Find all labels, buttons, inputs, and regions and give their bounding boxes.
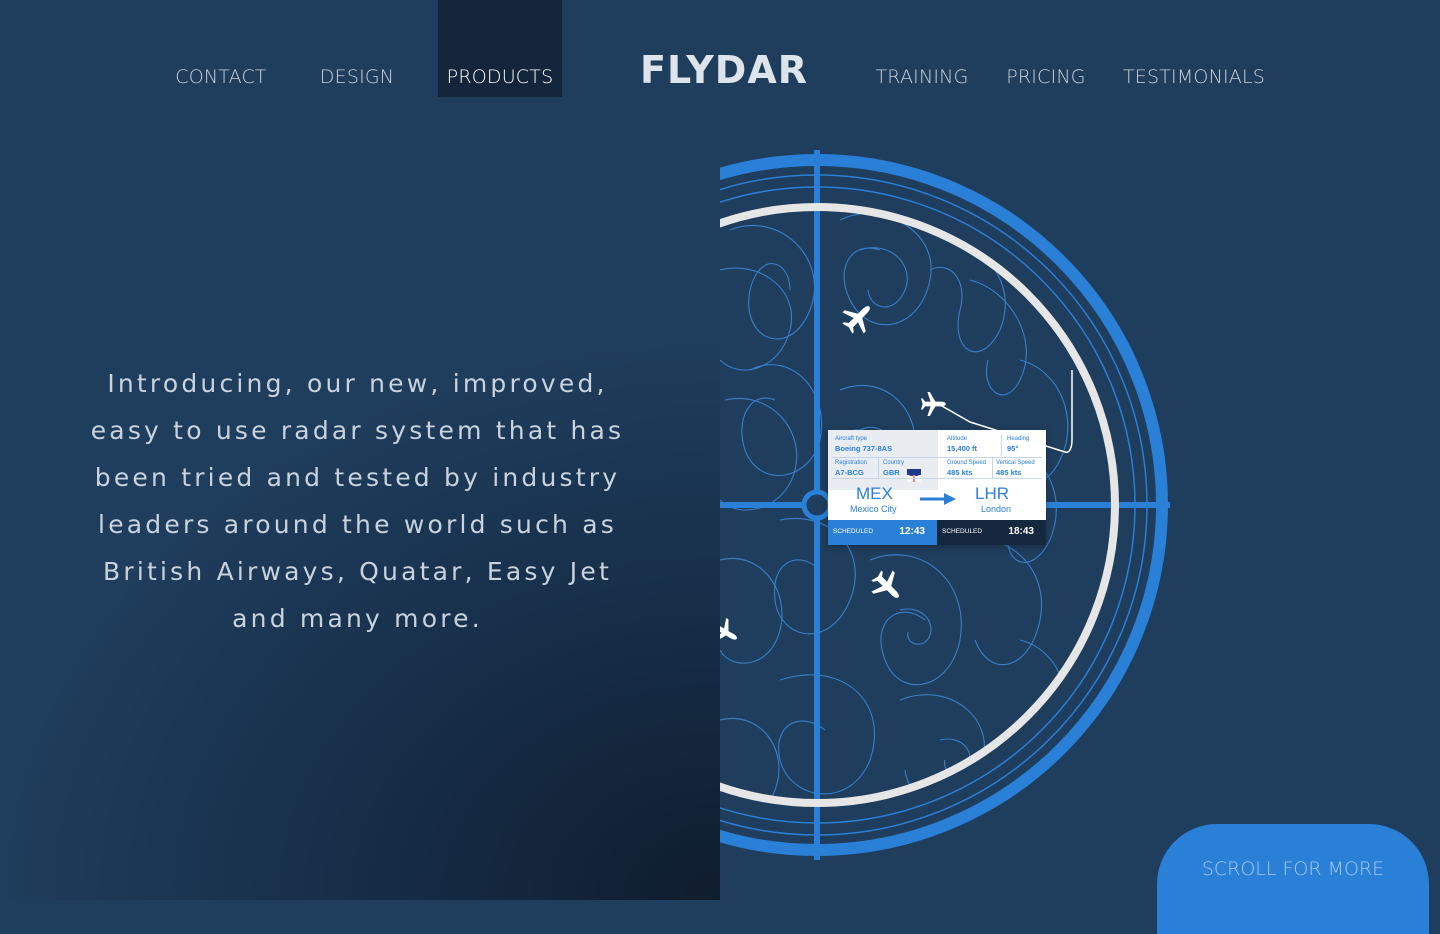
radar-center — [801, 489, 833, 521]
nav-design[interactable]: DESIGN — [297, 0, 417, 97]
altitude-value: 15,400 ft — [947, 444, 978, 453]
hero-text: Introducing, our new, improved, easy to … — [60, 360, 655, 642]
departure-status: SCHEDULED — [833, 528, 874, 535]
ground-speed-value: 485 kts — [947, 468, 973, 477]
vertical-speed-label: Vertical Speed — [996, 460, 1035, 466]
nav-contact[interactable]: CONTACT — [160, 0, 282, 97]
nav-pricing[interactable]: PRICING — [996, 0, 1096, 97]
flight-info-card[interactable]: Aircraft type Boeing 737-8AS Altitude 15… — [828, 430, 1046, 545]
logo[interactable]: FLYDAR — [640, 48, 808, 92]
arrow-right-icon — [920, 493, 956, 505]
origin-code: MEX — [856, 484, 893, 503]
arrival-status: SCHEDULED — [942, 528, 983, 535]
nav-training[interactable]: TRAINING — [862, 0, 982, 97]
destination-code: LHR — [975, 484, 1010, 503]
main-nav: CONTACT DESIGN PRODUCTS FLYDAR TRAINING … — [0, 0, 1440, 100]
nav-products[interactable]: PRODUCTS — [438, 0, 562, 97]
aircraft-type-value: Boeing 737-8AS — [835, 444, 893, 453]
arrival-time: 18:43 — [1008, 526, 1034, 537]
heading-value: 95° — [1007, 444, 1019, 453]
departure-time: 12:43 — [899, 526, 925, 537]
altitude-label: Altitude — [947, 436, 968, 442]
hero-line: and many more. — [232, 604, 483, 633]
hero-line: been tried and tested by industry — [94, 463, 621, 492]
registration-label: Registration — [835, 460, 868, 466]
departure-bar: SCHEDULED 12:43 — [828, 520, 937, 545]
hero-line: British Airways, Quatar, Easy Jet — [103, 557, 612, 586]
ground-speed-label: Ground Speed — [947, 460, 987, 466]
hero-line: easy to use radar system that has — [90, 416, 625, 445]
vertical-speed-value: 485 kts — [996, 468, 1022, 477]
destination-city: London — [981, 504, 1012, 514]
nav-testimonials[interactable]: TESTIMONIALS — [1118, 0, 1270, 97]
hero-line: Introducing, our new, improved, — [107, 369, 608, 398]
uk-flag-icon — [906, 469, 922, 483]
heading-label: Heading — [1007, 436, 1030, 442]
arrival-bar: SCHEDULED 18:43 — [937, 520, 1046, 545]
hero-line: leaders around the world such as — [98, 510, 617, 539]
registration-value: A7-BCG — [835, 468, 864, 477]
aircraft-type-label: Aircraft type — [835, 436, 868, 442]
origin-city: Mexico City — [850, 504, 897, 514]
scroll-for-more-button[interactable]: SCROLL FOR MORE — [1157, 824, 1429, 934]
country-value: GBR — [883, 468, 900, 477]
country-label: Country — [883, 460, 905, 466]
